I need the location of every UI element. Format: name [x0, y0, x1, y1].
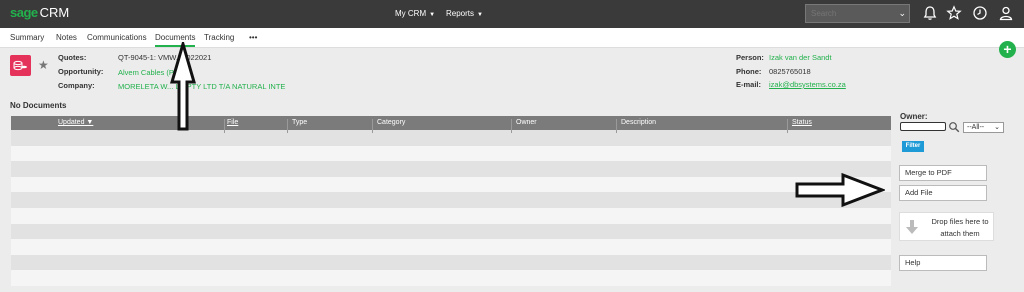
column-header-file[interactable]: File — [227, 119, 238, 126]
company-label: Company: — [58, 81, 95, 90]
column-header-type: Type — [292, 119, 308, 126]
email-link[interactable]: izak@dbsystems.co.za — [769, 80, 846, 89]
updated-label: Updated — [58, 119, 85, 126]
phone-label: Phone: — [736, 67, 762, 76]
column-divider — [787, 119, 788, 133]
table-row — [11, 192, 891, 208]
opportunity-label: Opportunity: — [58, 67, 104, 76]
table-row — [11, 254, 891, 271]
search-box[interactable]: ⌄ — [805, 4, 910, 23]
search-icon[interactable] — [948, 121, 960, 133]
top-bar: sageCRM My CRM▼ Reports▼ ⌄ — [0, 0, 1024, 28]
table-row — [11, 161, 891, 177]
column-header-owner: Owner — [516, 119, 537, 126]
annotation-up-arrow-icon — [170, 42, 196, 131]
column-header-category: Category — [377, 119, 406, 126]
documents-table: Updated ▼ File Type Category Owner Descr… — [11, 116, 891, 286]
bell-icon[interactable] — [922, 5, 938, 21]
table-row — [11, 130, 891, 146]
owner-select[interactable]: --All-- ⌄ — [963, 122, 1004, 133]
annotation-right-arrow-icon — [795, 172, 885, 208]
phone-value: 0825765018 — [769, 67, 811, 76]
owner-input[interactable] — [900, 122, 946, 131]
no-documents-title: No Documents — [10, 101, 67, 110]
email-label: E-mail: — [736, 80, 762, 89]
person-label: Person: — [736, 53, 764, 62]
table-row — [11, 176, 891, 193]
tab-bar: Summary Notes Communications Documents T… — [0, 28, 1024, 48]
add-new-button[interactable]: + — [999, 41, 1016, 58]
coins-icon — [13, 60, 27, 71]
tab-tracking[interactable]: Tracking — [204, 33, 234, 42]
column-header-description: Description — [621, 119, 657, 126]
star-icon[interactable] — [946, 5, 962, 21]
table-row — [11, 270, 891, 286]
search-input[interactable] — [806, 5, 892, 22]
my-crm-label: My CRM — [395, 9, 427, 18]
app-logo[interactable]: sage CRM — [10, 5, 69, 20]
reports-label: Reports — [446, 9, 475, 18]
my-crm-menu[interactable]: My CRM ▼ — [395, 9, 435, 18]
table-row — [11, 207, 891, 224]
drop-zone-label: Drop files here to attach them — [931, 217, 989, 238]
add-file-button[interactable]: Add File — [899, 185, 987, 201]
help-button[interactable]: Help — [899, 255, 987, 271]
table-header: Updated ▼ File Type Category Owner Descr… — [11, 116, 891, 133]
merge-to-pdf-button[interactable]: Merge to PDF — [899, 165, 987, 181]
column-divider — [287, 119, 288, 133]
company-link[interactable]: MORELETA W... LE PTY LTD T/A NATURAL INT… — [118, 82, 285, 91]
column-divider — [616, 119, 617, 133]
table-row — [11, 239, 891, 255]
column-divider — [511, 119, 512, 133]
person-link[interactable]: Izak van der Sandt — [769, 53, 832, 62]
chevron-down-icon: ▼ — [429, 12, 436, 18]
favorite-star-icon[interactable]: ★ — [38, 58, 49, 72]
filter-button[interactable]: Filter — [902, 141, 924, 152]
owner-select-value: --All-- — [967, 124, 985, 131]
table-row — [11, 145, 891, 162]
column-divider — [372, 119, 373, 133]
tab-more[interactable]: ••• — [249, 33, 257, 42]
quotes-label: Quotes: — [58, 53, 87, 62]
chevron-down-icon: ▼ — [477, 12, 483, 18]
column-header-status[interactable]: Status — [792, 119, 812, 126]
file-drop-zone[interactable]: Drop files here to attach them — [899, 212, 994, 241]
chevron-down-icon: ⌄ — [994, 124, 1000, 131]
quotes-value: QT-9045-1: VMW...2022021 — [118, 53, 212, 62]
reports-menu[interactable]: Reports ▼ — [446, 9, 483, 18]
user-icon[interactable] — [998, 5, 1014, 21]
logo-brand: sage — [10, 5, 38, 20]
table-row — [11, 223, 891, 240]
quote-entity-icon — [10, 55, 31, 76]
tab-notes[interactable]: Notes — [56, 33, 77, 42]
clock-icon[interactable] — [972, 5, 988, 21]
chevron-down-icon[interactable]: ⌄ — [898, 8, 906, 19]
download-arrow-icon — [906, 220, 918, 234]
tab-communications[interactable]: Communications — [87, 33, 147, 42]
logo-product: CRM — [39, 5, 70, 20]
owner-label: Owner: — [900, 112, 928, 121]
column-header-updated[interactable]: Updated ▼ — [58, 119, 93, 126]
column-divider — [224, 119, 225, 133]
tab-summary[interactable]: Summary — [10, 33, 44, 42]
